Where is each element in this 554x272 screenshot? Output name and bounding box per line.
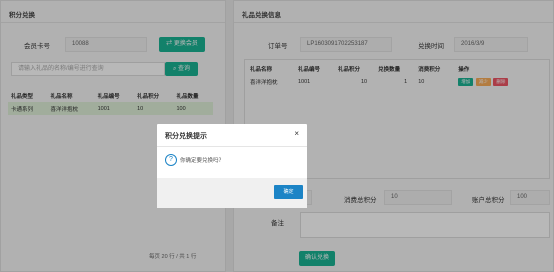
- dialog-body: ? 你确定要兑换吗？: [165, 154, 224, 166]
- dialog-footer: 确定: [157, 178, 307, 208]
- close-icon[interactable]: ×: [294, 129, 299, 138]
- dialog-divider: [157, 146, 307, 147]
- confirm-dialog: 积分兑换提示 × ? 你确定要兑换吗？ 确定: [157, 124, 307, 208]
- dialog-message: 你确定要兑换吗？: [180, 158, 225, 164]
- dialog-title: 积分兑换提示: [165, 133, 207, 140]
- question-icon: ?: [165, 154, 177, 166]
- ok-button[interactable]: 确定: [274, 185, 303, 199]
